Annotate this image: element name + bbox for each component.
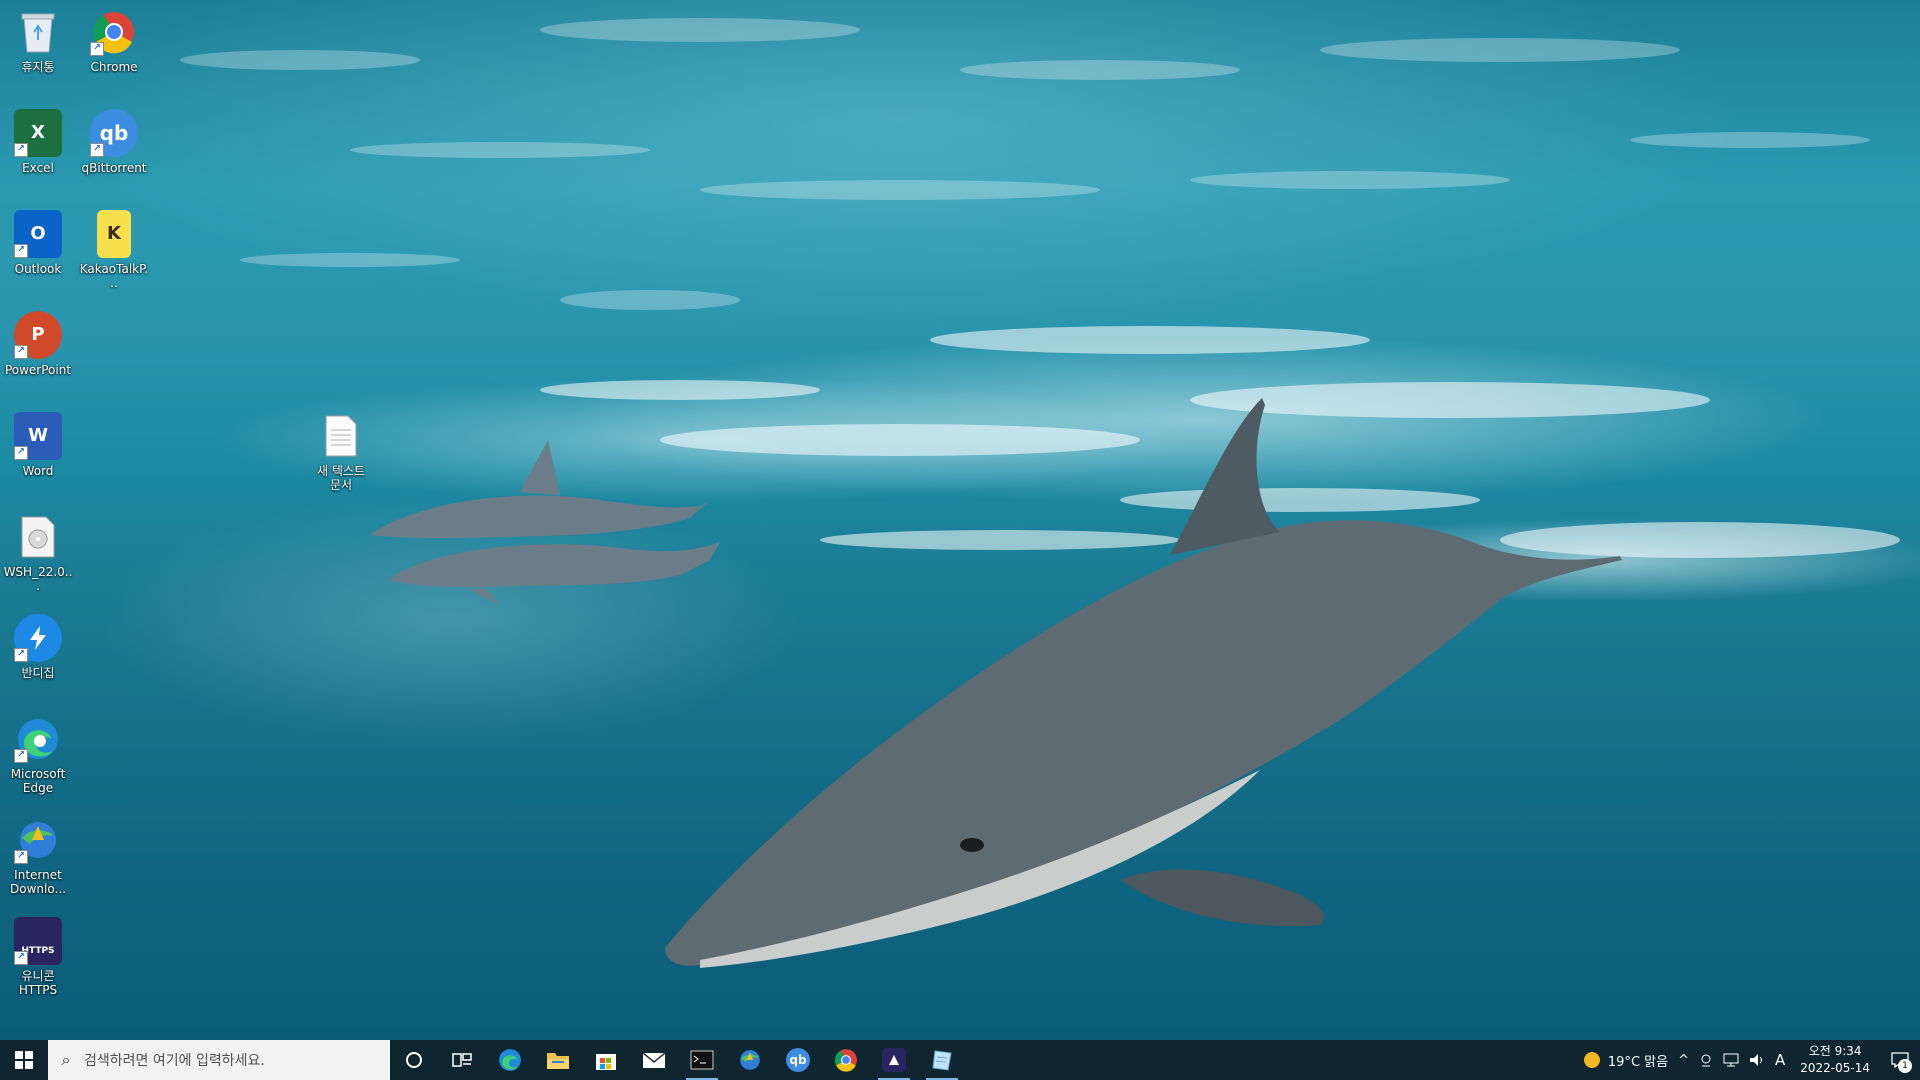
desktop-icon-word[interactable]: W ↗ Word	[0, 404, 76, 494]
recycle-bin-icon	[14, 8, 62, 56]
taskbar-notepad[interactable]	[918, 1040, 966, 1080]
weather-text: 19°C 맑음	[1607, 1054, 1669, 1070]
network-icon	[1723, 1053, 1739, 1067]
desktop-icon-kakaotalk[interactable]: K KakaoTalkP...	[76, 202, 152, 292]
chevron-up-icon: ^	[1678, 1052, 1689, 1068]
desktop-icon-label: 휴지통	[21, 60, 55, 74]
taskbar-chrome[interactable]	[822, 1040, 870, 1080]
tray-webcam[interactable]	[1694, 1053, 1718, 1067]
task-view-icon	[452, 1053, 472, 1067]
volume-icon	[1749, 1054, 1762, 1066]
desktop-icon-label: Word	[22, 464, 54, 478]
desktop-icon-label: WSH_22.0...	[3, 565, 73, 593]
sun-icon	[1583, 1052, 1600, 1068]
qbittorrent-icon: qb ↗	[90, 109, 138, 157]
desktop-wallpaper	[0, 0, 1920, 1040]
desktop-icon-microsoft-edge[interactable]: ↗ Microsoft Edge	[0, 707, 76, 797]
unicorn-https-icon: HTTPS ↗	[14, 917, 62, 965]
desktop-icon-label: qBittorrent	[81, 161, 147, 175]
desktop-icon-bandizip[interactable]: ↗ 반디집	[0, 606, 76, 696]
taskbar-search-box[interactable]: ⌕ 검색하려면 여기에 입력하세요.	[48, 1040, 390, 1080]
weather-widget[interactable]: 19°C 맑음	[1579, 1051, 1673, 1070]
taskbar-edge[interactable]	[486, 1040, 534, 1080]
desktop-icon-unicorn-https[interactable]: HTTPS ↗ 유니콘 HTTPS	[0, 909, 76, 999]
desktop-icon-label: Excel	[22, 161, 54, 175]
tray-ime[interactable]: A	[1770, 1051, 1790, 1069]
notepad-icon	[932, 1050, 952, 1071]
internet-download-manager-icon	[740, 1050, 760, 1070]
desktop-icon-qbittorrent[interactable]: qb ↗ qBittorrent	[76, 101, 152, 191]
text-document-icon	[317, 412, 365, 460]
taskbar-unicorn-https[interactable]	[870, 1040, 918, 1080]
desktop-icon-label: Internet Downlo...	[10, 868, 66, 896]
file-explorer-icon	[547, 1053, 569, 1069]
notification-count-badge: 1	[1898, 1059, 1912, 1073]
desktop-icon-new-text-document[interactable]: 새 텍스트 문서	[303, 404, 379, 494]
webcam-icon	[1701, 1054, 1711, 1067]
ime-indicator: A	[1774, 1051, 1786, 1069]
unicorn-https-icon	[882, 1048, 906, 1072]
desktop-icon-label: 새 텍스트 문서	[317, 464, 365, 492]
notification-center-button[interactable]: 1	[1880, 1040, 1920, 1080]
edge-icon	[499, 1049, 521, 1071]
desktop-icon-label: Chrome	[90, 60, 138, 74]
desktop-icon-chrome[interactable]: ↗ Chrome	[76, 0, 152, 90]
desktop-icon-recycle-bin[interactable]: 휴지통	[0, 0, 76, 90]
taskbar-terminal[interactable]	[678, 1040, 726, 1080]
desktop-icon-label: Microsoft Edge	[10, 767, 66, 795]
clock-time: 오전 9:34	[1808, 1044, 1862, 1058]
mail-icon	[642, 1052, 666, 1068]
chrome-icon: ↗	[90, 8, 138, 56]
taskbar-internet-download-manager[interactable]	[726, 1040, 774, 1080]
cortana-button[interactable]	[390, 1040, 438, 1080]
taskbar-clock[interactable]: 오전 9:34 2022-05-14	[1790, 1043, 1880, 1077]
search-placeholder: 검색하려면 여기에 입력하세요.	[84, 1053, 265, 1069]
powerpoint-icon: P ↗	[14, 311, 62, 359]
terminal-icon	[690, 1050, 714, 1070]
cortana-icon	[406, 1052, 422, 1068]
kakaotalk-icon: K	[97, 210, 131, 258]
word-icon: W ↗	[14, 412, 62, 460]
clock-date: 2022-05-14	[1800, 1061, 1870, 1075]
internet-download-manager-icon: ↗	[14, 816, 62, 864]
desktop-icon-label: 반디집	[21, 666, 55, 680]
system-tray: 19°C 맑음 ^ A 오전 9:34 2022-05-14 1	[1579, 1040, 1920, 1080]
taskbar-mail[interactable]	[630, 1040, 678, 1080]
bandizip-icon: ↗	[14, 614, 62, 662]
start-button[interactable]	[0, 1040, 48, 1080]
windows-logo-icon	[15, 1051, 33, 1069]
tray-network[interactable]	[1718, 1053, 1744, 1067]
taskbar-qbittorrent[interactable]: qb	[774, 1040, 822, 1080]
outlook-icon: O ↗	[14, 210, 62, 258]
chrome-icon	[834, 1049, 857, 1072]
desktop-icon-internet-download-manager[interactable]: ↗ Internet Downlo...	[0, 808, 76, 898]
excel-icon: X ↗	[14, 109, 62, 157]
taskbar: ⌕ 검색하려면 여기에 입력하세요. qb 19°C 맑음 ^ A 오전 9:3…	[0, 1040, 1920, 1080]
desktop-icon-label: PowerPoint	[4, 363, 72, 377]
desktop-icon-outlook[interactable]: O ↗ Outlook	[0, 202, 76, 292]
search-icon: ⌕	[61, 1050, 71, 1069]
desktop-icon-label: 유니콘 HTTPS	[18, 969, 58, 997]
microsoft-store-icon	[596, 1054, 616, 1070]
task-view-button[interactable]	[438, 1040, 486, 1080]
qbittorrent-icon: qb	[786, 1048, 810, 1072]
desktop-icon-label: Outlook	[14, 262, 62, 276]
tray-volume[interactable]	[1744, 1053, 1770, 1067]
dolphin-wallpaper-art	[180, 18, 1900, 968]
show-hidden-icons-button[interactable]: ^	[1673, 1053, 1694, 1068]
desktop-icon-excel[interactable]: X ↗ Excel	[0, 101, 76, 191]
desktop-icon-powerpoint[interactable]: P ↗ PowerPoint	[0, 303, 76, 393]
desktop-icon-wsh-disc-image[interactable]: WSH_22.0...	[0, 505, 76, 595]
desktop-icon-label: KakaoTalkP...	[79, 262, 149, 290]
taskbar-file-explorer[interactable]	[534, 1040, 582, 1080]
edge-icon: ↗	[14, 715, 62, 763]
disc-image-icon	[14, 513, 62, 561]
taskbar-microsoft-store[interactable]	[582, 1040, 630, 1080]
